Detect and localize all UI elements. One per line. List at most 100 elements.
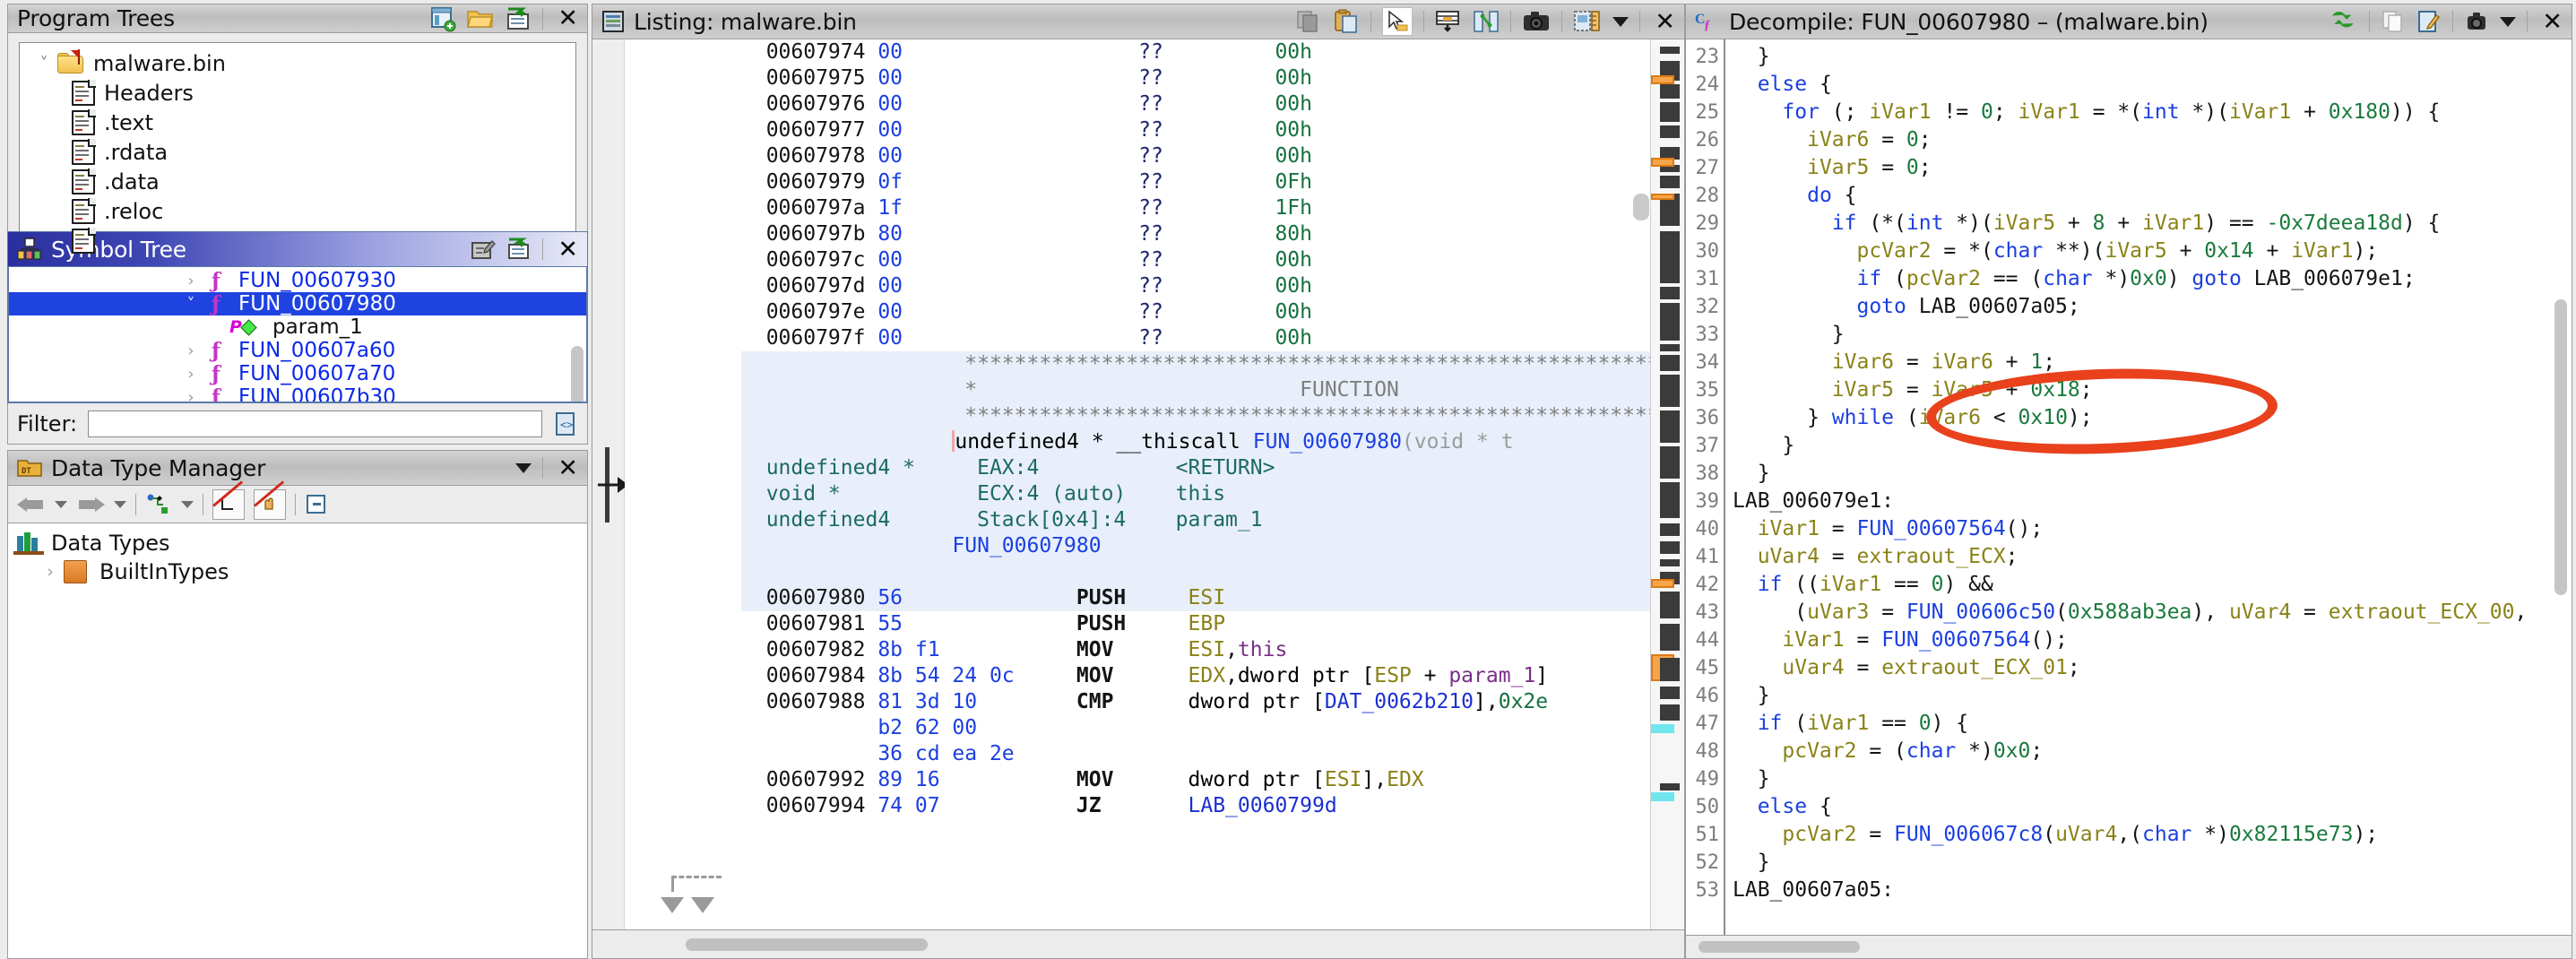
decompile-line[interactable]: iVar6 = 0; — [1733, 126, 2572, 154]
function-signature[interactable]: undefined4 * __thiscall FUN_00607980(voi… — [741, 429, 1650, 455]
decompile-line[interactable]: uVar4 = extraout_ECX; — [1733, 543, 2572, 571]
decompile-line[interactable]: for (; iVar1 != 0; iVar1 = *(int *)(iVar… — [1733, 99, 2572, 126]
measure-icon[interactable] — [1573, 9, 1602, 34]
listing-instruction-row[interactable]: 00607984 8b 54 24 0c MOV EDX,dword ptr [… — [741, 663, 1650, 689]
filter-tree-icon[interactable] — [145, 493, 172, 516]
collapse-all-icon[interactable] — [305, 493, 330, 516]
listing-data-row[interactable]: 0060797a 1f ?? 1Fh — [741, 195, 1650, 221]
open-folder-icon[interactable] — [467, 7, 494, 30]
datatypes-builtin-row[interactable]: › BuiltInTypes — [13, 557, 587, 586]
decompile-line[interactable]: do { — [1733, 182, 2572, 210]
decompile-line[interactable]: LAB_006079e1: — [1733, 488, 2572, 515]
decompile-line[interactable]: iVar6 = iVar6 + 1; — [1733, 349, 2572, 376]
chevron-down-icon[interactable] — [2500, 16, 2517, 27]
decompile-line[interactable]: (uVar3 = FUN_00606c50(0x588ab3ea), uVar4… — [1733, 599, 2572, 626]
add-row-icon[interactable] — [1435, 9, 1462, 34]
filter-dropdown-icon[interactable] — [181, 500, 194, 508]
decompile-line[interactable]: if (*(int *)(iVar5 + 8 + iVar1) == -0x7d… — [1733, 210, 2572, 238]
decompile-line[interactable]: uVar4 = extraout_ECX_01; — [1733, 654, 2572, 682]
copy-icon[interactable] — [2381, 9, 2406, 34]
chevron-right-icon[interactable]: › — [177, 341, 204, 360]
listing-hscrollbar[interactable] — [686, 937, 928, 951]
listing-instruction-row[interactable]: 00607994 74 07 JZ LAB_0060799d — [741, 793, 1650, 819]
listing-instruction-row[interactable]: 00607982 8b f1 MOV ESI,this — [741, 637, 1650, 663]
tree-item-data[interactable]: .data — [20, 167, 575, 196]
chevron-down-icon[interactable] — [515, 462, 532, 473]
diff-icon[interactable] — [1473, 9, 1500, 34]
close-icon[interactable]: ✕ — [1651, 8, 1679, 36]
data-type-manager-body[interactable]: Data Types › BuiltInTypes — [7, 523, 588, 959]
decompile-line[interactable]: } — [1733, 765, 2572, 793]
decompile-line[interactable]: } — [1733, 43, 2572, 71]
decompile-line[interactable]: iVar5 = iVar5 + 0x18; — [1733, 376, 2572, 404]
decompile-line[interactable]: } while (iVar6 < 0x10); — [1733, 404, 2572, 432]
decompile-scrollbar[interactable] — [2554, 299, 2567, 595]
snapshot-icon[interactable] — [1522, 9, 1551, 34]
symbol-tree-scrollbar[interactable] — [571, 346, 583, 402]
rename-symbol-icon[interactable] — [506, 238, 532, 261]
listing-instruction-row[interactable]: 00607988 81 3d 10 CMP dword ptr [DAT_006… — [741, 689, 1650, 715]
chevron-down-icon[interactable]: ˅ — [30, 54, 57, 73]
symbol-item-fun00607a60[interactable]: › ƒ FUN_00607a60 — [9, 339, 586, 363]
decompile-line[interactable]: LAB_00607a05: — [1733, 877, 2572, 904]
listing-data-row[interactable]: 00607974 00 ?? 00h — [741, 39, 1650, 65]
symbol-item-fun00607a70[interactable]: › ƒ FUN_00607a70 — [9, 362, 586, 386]
decompile-line[interactable]: if (pcVar2 == (char *)0x0) goto LAB_0060… — [1733, 265, 2572, 293]
function-entry-label[interactable]: FUN_00607980 — [741, 533, 1650, 559]
decompile-line[interactable]: else { — [1733, 793, 2572, 821]
listing-code-area[interactable]: 00607974 00 ?? 00h 00607975 00 ?? 00h 00… — [741, 39, 1650, 929]
listing-data-row[interactable]: 0060797f 00 ?? 00h — [741, 325, 1650, 351]
decompile-line[interactable]: iVar1 = FUN_00607564(); — [1733, 515, 2572, 543]
chevron-right-icon[interactable]: › — [177, 388, 204, 402]
listing-instruction-row[interactable]: 00607992 89 16 MOV dword ptr [ESI],EDX — [741, 767, 1650, 793]
symbol-item-fun00607930[interactable]: › ƒ FUN_00607930 — [9, 269, 586, 293]
back-dropdown-icon[interactable] — [55, 500, 67, 508]
tree-item-root[interactable]: ˅ malware.bin — [20, 48, 575, 78]
symbol-item-fun00607980[interactable]: ˅ ƒ FUN_00607980 — [9, 292, 586, 316]
no-touch-icon[interactable] — [254, 488, 286, 520]
no-pointer-type-icon[interactable] — [212, 488, 245, 520]
decompile-line[interactable]: } — [1733, 682, 2572, 710]
listing-data-row[interactable]: 00607976 00 ?? 00h — [741, 91, 1650, 117]
paste-icon[interactable] — [1333, 9, 1360, 34]
close-icon[interactable]: ✕ — [2538, 8, 2566, 36]
listing-instruction-row[interactable]: b2 62 00 — [741, 715, 1650, 741]
listing-data-row[interactable]: 00607979 0f ?? 0Fh — [741, 169, 1650, 195]
listing-data-row[interactable]: 00607977 00 ?? 00h — [741, 117, 1650, 143]
decompile-line[interactable]: else { — [1733, 71, 2572, 99]
chevron-right-icon[interactable]: › — [37, 562, 64, 582]
decompile-line[interactable]: iVar1 = FUN_00607564(); — [1733, 626, 2572, 654]
close-icon[interactable]: ✕ — [554, 236, 582, 264]
datatypes-root-row[interactable]: Data Types — [13, 529, 587, 557]
decompile-line[interactable]: pcVar2 = *(char **)(iVar5 + 0x14 + iVar1… — [1733, 238, 2572, 265]
copy-icon[interactable] — [1295, 9, 1322, 34]
chevron-right-icon[interactable]: › — [177, 272, 204, 290]
forward-arrow-icon[interactable] — [76, 495, 105, 514]
symbol-tree-list[interactable]: › ƒ FUN_00607930 ˅ ƒ FUN_00607980 P para… — [9, 267, 586, 402]
decompile-code-area[interactable]: } else { for (; iVar1 != 0; iVar1 = *(in… — [1725, 39, 2572, 935]
listing-data-row[interactable]: 00607975 00 ?? 00h — [741, 65, 1650, 91]
forward-dropdown-icon[interactable] — [114, 500, 126, 508]
listing-data-row[interactable]: 0060797e 00 ?? 00h — [741, 299, 1650, 325]
snapshot-icon[interactable] — [2464, 9, 2489, 34]
listing-navigation-margin[interactable] — [1633, 39, 1684, 929]
edit-icon[interactable] — [2416, 9, 2442, 34]
decompile-line[interactable]: } — [1733, 432, 2572, 460]
listing-instruction-row[interactable]: 00607981 55 PUSH EBP — [741, 611, 1650, 637]
listing-data-row[interactable]: 0060797c 00 ?? 00h — [741, 247, 1650, 273]
symbol-item-fun00607b30[interactable]: › ƒ FUN_00607b30 — [9, 385, 586, 402]
listing-instruction-row[interactable]: 00607980 56 PUSH ESI — [741, 585, 1650, 611]
filter-input[interactable] — [88, 410, 542, 437]
decompile-line[interactable]: if ((iVar1 == 0) && — [1733, 571, 2572, 599]
chevron-down-icon[interactable] — [1612, 16, 1629, 27]
close-icon[interactable]: ✕ — [554, 4, 582, 32]
decompile-line[interactable]: } — [1733, 460, 2572, 488]
panel-split-handle[interactable] — [592, 39, 628, 929]
listing-instruction-row[interactable]: 36 cd ea 2e — [741, 741, 1650, 767]
decompile-line[interactable]: if (iVar1 == 0) { — [1733, 710, 2572, 738]
program-tree-list[interactable]: ˅ malware.bin Headers .text .rdata .data… — [19, 42, 576, 256]
chevron-down-icon[interactable]: ˅ — [177, 295, 204, 314]
decompile-line[interactable]: pcVar2 = (char *)0x0; — [1733, 738, 2572, 765]
listing-data-row[interactable]: 00607978 00 ?? 00h — [741, 143, 1650, 169]
symbol-item-param1[interactable]: P param_1 — [9, 315, 586, 339]
